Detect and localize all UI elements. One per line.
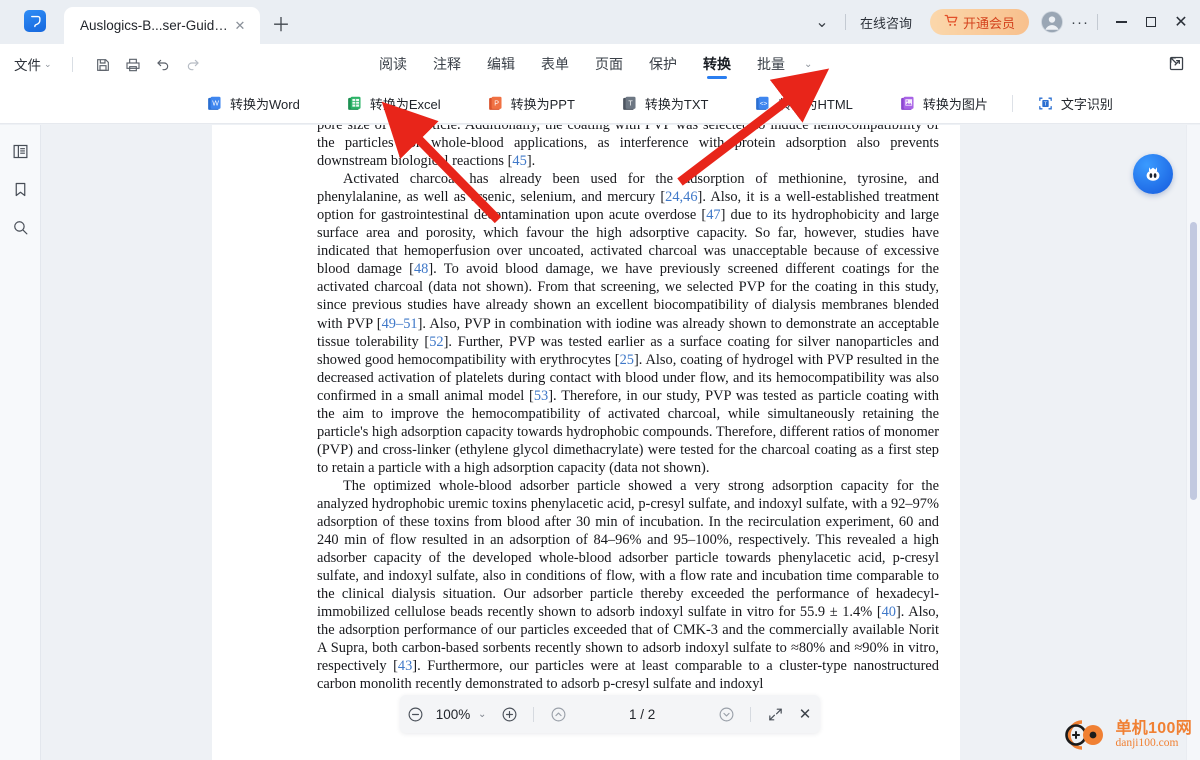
more-options-icon[interactable]: ··· — [1071, 14, 1089, 31]
avatar[interactable] — [1041, 11, 1063, 33]
vertical-scrollbar[interactable] — [1186, 125, 1200, 760]
watermark-logo-icon — [1064, 720, 1103, 750]
convert-to-word-button[interactable]: W 转换为Word — [196, 89, 310, 119]
ppt-icon: P — [487, 95, 504, 112]
menu-bar: 文件 ⌄ 阅读 注释 编辑 表单 页面 保护 转换 批量 ⌄ — [0, 44, 1200, 84]
svg-text:T: T — [1044, 102, 1048, 108]
bookmark-icon[interactable] — [8, 177, 32, 201]
tab-convert[interactable]: 转换 — [690, 44, 744, 84]
tab-close-icon[interactable]: ✕ — [230, 16, 250, 36]
upgrade-vip-button[interactable]: 开通会员 — [929, 9, 1029, 35]
word-icon: W — [206, 95, 223, 112]
divider — [750, 706, 751, 722]
convert-to-html-button[interactable]: <> 转换为HTML — [744, 89, 862, 119]
tool-label: 转换为Word — [230, 97, 300, 112]
ribbon-more-chevron-down-icon[interactable]: ⌄ — [798, 59, 818, 70]
zoom-chevron-down-icon[interactable]: ⌄ — [476, 709, 494, 720]
tool-label: 转换为TXT — [644, 97, 709, 112]
minimize-button[interactable] — [1106, 7, 1136, 37]
divider — [844, 14, 846, 30]
excel-icon — [346, 95, 363, 112]
maximize-button[interactable] — [1136, 7, 1166, 37]
divider — [1097, 14, 1098, 30]
tab-batch[interactable]: 批量 — [744, 44, 798, 84]
fit-screen-button[interactable] — [760, 699, 790, 729]
ocr-button[interactable]: T 文字识别 — [1027, 89, 1123, 119]
zoom-out-button[interactable] — [400, 699, 430, 729]
txt-icon: T — [621, 95, 638, 112]
file-menu-button[interactable]: 文件 ⌄ — [14, 54, 52, 74]
next-page-button[interactable] — [711, 699, 741, 729]
tool-label: 转换为Excel — [369, 97, 441, 112]
html-icon: <> — [754, 95, 771, 112]
chevron-down-icon: ⌄ — [44, 58, 52, 69]
page-navigation-bar: 100% ⌄ 1 / 2 ✕ — [400, 695, 820, 733]
ai-assistant-icon — [1146, 167, 1160, 181]
watermark-en-text: danji100.com — [1115, 737, 1179, 750]
vip-label: 开通会员 — [962, 15, 1015, 31]
convert-to-txt-button[interactable]: T 转换为TXT — [611, 89, 719, 119]
tab-title: Auslogics-B...ser-Guide * — [80, 18, 230, 33]
svg-text:T: T — [628, 100, 633, 108]
divider — [1011, 95, 1013, 112]
watermark-cn-text: 单机100网 — [1115, 719, 1192, 737]
divider — [533, 706, 535, 722]
document-paragraph: pore size of the particle. Additionally,… — [317, 125, 939, 170]
ai-assistant-button[interactable] — [1133, 154, 1173, 194]
tab-form[interactable]: 表单 — [528, 44, 582, 84]
search-icon[interactable] — [8, 215, 32, 239]
page-indicator[interactable]: 1 / 2 — [573, 707, 711, 722]
pdf-editor-window: Auslogics-B...ser-Guide * ✕ ＋ ⌄ 在线咨询 开通会… — [0, 0, 1200, 760]
open-external-icon[interactable] — [1168, 55, 1188, 73]
previous-page-button[interactable] — [543, 699, 573, 729]
zoom-in-button[interactable] — [494, 699, 524, 729]
document-page: pore size of the particle. Additionally,… — [212, 125, 960, 760]
convert-toolbar: W 转换为Word 转换为Excel P 转换为PPT T 转换为TXT <> … — [0, 84, 1200, 124]
title-bar: Auslogics-B...ser-Guide * ✕ ＋ ⌄ 在线咨询 开通会… — [0, 0, 1200, 44]
document-tab[interactable]: Auslogics-B...ser-Guide * ✕ — [64, 7, 260, 44]
app-logo-icon — [24, 10, 46, 32]
thumbnails-icon[interactable] — [8, 139, 32, 163]
scrollbar-thumb[interactable] — [1190, 222, 1197, 500]
watermark: 单机100网 danji100.com — [1060, 718, 1193, 752]
tool-label: 转换为PPT — [510, 97, 575, 112]
svg-text:P: P — [494, 100, 499, 108]
file-menu-label: 文件 — [14, 58, 41, 73]
new-tab-button[interactable]: ＋ — [266, 10, 296, 40]
left-sidebar — [0, 125, 41, 760]
save-icon[interactable] — [90, 53, 116, 77]
tool-label: 文字识别 — [1060, 97, 1113, 112]
ribbon-tabs: 阅读 注释 编辑 表单 页面 保护 转换 批量 ⌄ — [366, 44, 818, 84]
tool-label: 转换为图片 — [922, 97, 988, 112]
image-icon — [899, 95, 916, 112]
document-viewport[interactable]: pore size of the particle. Additionally,… — [41, 125, 1200, 760]
print-icon[interactable] — [120, 53, 146, 77]
titlebar-right-controls: ⌄ 在线咨询 开通会员 ··· ✕ — [807, 0, 1200, 44]
tab-page[interactable]: 页面 — [582, 44, 636, 84]
ocr-icon: T — [1037, 95, 1054, 112]
online-consult-link[interactable]: 在线咨询 — [854, 13, 918, 32]
zoom-level-value[interactable]: 100% — [430, 707, 476, 722]
tab-read[interactable]: 阅读 — [366, 44, 420, 84]
cart-icon — [944, 13, 959, 31]
svg-text:<>: <> — [760, 101, 768, 108]
document-paragraph: The optimized whole-blood adsorber parti… — [317, 477, 939, 693]
divider — [72, 57, 73, 72]
close-window-button[interactable]: ✕ — [1166, 7, 1196, 37]
tool-label: 转换为HTML — [778, 97, 853, 112]
tab-strip: Auslogics-B...ser-Guide * ✕ ＋ — [64, 7, 296, 44]
undo-icon[interactable] — [150, 53, 176, 77]
tab-list-chevron-down-icon[interactable]: ⌄ — [807, 7, 837, 37]
document-paragraph: Activated charcoal has already been used… — [317, 171, 940, 476]
tab-annotate[interactable]: 注释 — [420, 44, 474, 84]
tab-edit[interactable]: 编辑 — [474, 44, 528, 84]
quick-access-toolbar — [90, 53, 206, 77]
close-pagebar-button[interactable]: ✕ — [790, 699, 820, 729]
tab-protect[interactable]: 保护 — [636, 44, 690, 84]
convert-to-excel-button[interactable]: 转换为Excel — [336, 89, 451, 119]
convert-to-ppt-button[interactable]: P 转换为PPT — [477, 89, 585, 119]
convert-to-image-button[interactable]: 转换为图片 — [889, 89, 998, 119]
redo-icon[interactable] — [180, 53, 206, 77]
svg-text:W: W — [212, 100, 219, 108]
